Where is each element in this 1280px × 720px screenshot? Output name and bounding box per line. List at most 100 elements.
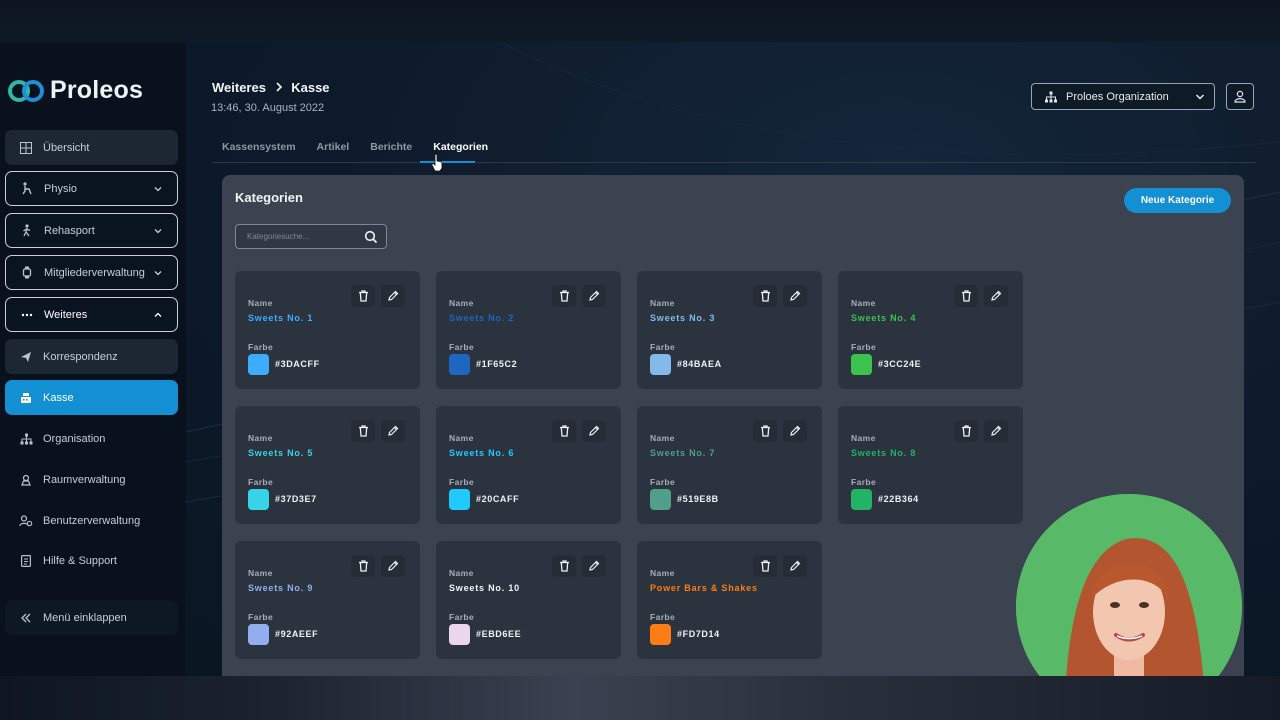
sidebar-item-mitgliederverwaltung[interactable]: Mitgliederverwaltung [5, 255, 178, 290]
color-swatch [248, 354, 269, 375]
category-color-hex: #EBD6EE [476, 629, 522, 639]
delete-category-button[interactable] [351, 555, 375, 577]
sidebar-item-organisation[interactable]: Organisation [5, 421, 178, 456]
delete-category-button[interactable] [351, 420, 375, 442]
delete-category-button[interactable] [954, 420, 978, 442]
tab-kassensystem[interactable]: Kassensystem [222, 141, 296, 153]
tab-artikel[interactable]: Artikel [317, 141, 350, 153]
edit-category-button[interactable] [984, 420, 1008, 442]
app-name: Proleos [50, 76, 144, 104]
delete-category-button[interactable] [552, 285, 576, 307]
category-name-label: Name [650, 568, 675, 578]
category-color-hex: #FD7D14 [677, 629, 720, 639]
category-name: Sweets No. 3 [650, 313, 716, 323]
organization-name: Proloes Organization [1066, 90, 1169, 103]
tab-kategorien[interactable]: Kategorien [433, 141, 488, 153]
category-color-hex: #1F65C2 [476, 359, 518, 369]
sidebar-item-label: Übersicht [43, 141, 90, 154]
color-swatch [851, 489, 872, 510]
trash-icon [760, 425, 771, 437]
category-color-label: Farbe [650, 477, 676, 487]
chevron-right-icon [275, 80, 283, 95]
category-name: Sweets No. 10 [449, 583, 520, 593]
pencil-icon [387, 290, 399, 302]
delete-category-button[interactable] [552, 420, 576, 442]
pencil-icon [990, 425, 1002, 437]
sidebar-item-label: Kasse [43, 391, 74, 404]
category-card: Name Sweets No. 5 Farbe #37D3E7 [235, 406, 420, 524]
user-icon [1234, 90, 1246, 103]
sidebar-item-weiteres[interactable]: Weiteres [5, 297, 178, 332]
tab-berichte[interactable]: Berichte [370, 141, 412, 153]
category-name-label: Name [650, 433, 675, 443]
video-bottom-bar [0, 676, 1280, 720]
category-card: Name Sweets No. 3 Farbe #84BAEA [637, 271, 822, 389]
color-swatch [248, 489, 269, 510]
edit-category-button[interactable] [582, 555, 606, 577]
category-color-label: Farbe [449, 342, 475, 352]
trash-icon [358, 425, 369, 437]
category-color-hex: #37D3E7 [275, 494, 317, 504]
user-profile-button[interactable] [1226, 83, 1254, 110]
category-card: Name Sweets No. 4 Farbe #3CC24E [838, 271, 1023, 389]
current-datetime: 13:46, 30. August 2022 [211, 102, 325, 114]
delete-category-button[interactable] [552, 555, 576, 577]
edit-category-button[interactable] [381, 555, 405, 577]
edit-category-button[interactable] [582, 420, 606, 442]
edit-category-button[interactable] [381, 420, 405, 442]
delete-category-button[interactable] [753, 420, 777, 442]
color-swatch [650, 489, 671, 510]
color-swatch [449, 489, 470, 510]
sidebar-item-hilfe-support[interactable]: Hilfe & Support [5, 543, 178, 578]
edit-category-button[interactable] [783, 420, 807, 442]
trash-icon [358, 290, 369, 302]
edit-category-button[interactable] [381, 285, 405, 307]
watch-icon [19, 265, 35, 281]
new-category-button[interactable]: Neue Kategorie [1124, 188, 1231, 213]
category-search-input[interactable]: Kategoriesuche... [235, 224, 387, 249]
sidebar-item-physio[interactable]: Physio [5, 171, 178, 206]
delete-category-button[interactable] [954, 285, 978, 307]
category-color-label: Farbe [248, 477, 274, 487]
delete-category-button[interactable] [753, 555, 777, 577]
organization-select[interactable]: Proloes Organization [1031, 83, 1215, 110]
breadcrumb-current: Kasse [291, 80, 330, 95]
collapse-menu-button[interactable]: Menü einklappen [5, 600, 178, 635]
category-color-hex: #84BAEA [677, 359, 722, 369]
category-card: Name Sweets No. 2 Farbe #1F65C2 [436, 271, 621, 389]
category-name-label: Name [449, 568, 474, 578]
edit-category-button[interactable] [783, 555, 807, 577]
search-icon [364, 230, 378, 244]
sidebar-item-korrespondenz[interactable]: Korrespondenz [5, 339, 178, 374]
sidebar-item-rehasport[interactable]: Rehasport [5, 213, 178, 248]
color-swatch [851, 354, 872, 375]
sidebar-item-uebersicht[interactable]: Übersicht [5, 130, 178, 165]
video-top-bar [0, 0, 1280, 42]
category-card: Name Sweets No. 1 Farbe #3DACFF [235, 271, 420, 389]
sidebar-item-benutzerverwaltung[interactable]: Benutzerverwaltung [5, 503, 178, 538]
app-logo: Proleos [6, 76, 143, 105]
trash-icon [559, 560, 570, 572]
sidebar-item-label: Benutzerverwaltung [43, 514, 141, 527]
pencil-icon [588, 290, 600, 302]
sidebar-item-label: Weiteres [44, 308, 88, 321]
category-name: Sweets No. 9 [248, 583, 314, 593]
edit-category-button[interactable] [582, 285, 606, 307]
category-color-label: Farbe [248, 342, 274, 352]
category-card: Name Sweets No. 8 Farbe #22B364 [838, 406, 1023, 524]
edit-category-button[interactable] [984, 285, 1008, 307]
sidebar-item-raumverwaltung[interactable]: Raumverwaltung [5, 462, 178, 497]
panel-title: Kategorien [235, 190, 303, 205]
category-color-label: Farbe [449, 612, 475, 622]
edit-category-button[interactable] [783, 285, 807, 307]
breadcrumb-parent[interactable]: Weiteres [212, 80, 266, 95]
category-name: Sweets No. 5 [248, 448, 314, 458]
tab-divider [212, 162, 1255, 163]
chevron-down-icon [1195, 94, 1205, 100]
send-icon [18, 349, 34, 365]
delete-category-button[interactable] [351, 285, 375, 307]
delete-category-button[interactable] [753, 285, 777, 307]
sidebar-item-kasse[interactable]: Kasse [5, 380, 178, 415]
sidebar-item-label: Organisation [43, 432, 106, 445]
category-card: Name Sweets No. 7 Farbe #519E8B [637, 406, 822, 524]
